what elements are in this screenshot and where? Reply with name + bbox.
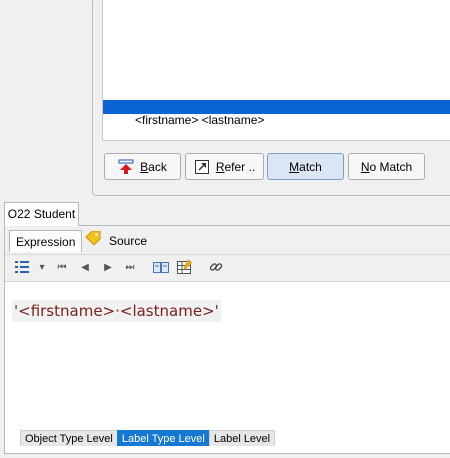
back-button-label: Back [140, 159, 167, 174]
expression-value: <firstname>·<lastname> [18, 302, 215, 320]
tab-expression[interactable]: Expression [9, 230, 83, 252]
last-icon[interactable]: ⏭ [124, 259, 136, 275]
external-link-icon [194, 159, 210, 175]
compare-icon[interactable] [153, 259, 169, 275]
tab-o22-student[interactable]: O22 Student [4, 202, 79, 226]
editor-toolbar: ▾ ⏮ ◀ ▶ ⏭ [5, 254, 450, 282]
list-icon[interactable] [15, 259, 29, 275]
candidate-list[interactable]: O1 <firstname> <lastname> O22 <firstname… [102, 0, 450, 142]
no-match-button[interactable]: No Match [348, 153, 425, 180]
tag-icon [85, 230, 101, 252]
refer-button-label: Refer .. [215, 159, 256, 174]
quote-close: ' [214, 302, 219, 320]
back-arrow-icon [118, 159, 134, 175]
no-match-button-label: No Match [360, 159, 413, 174]
list-item-selected[interactable]: O22 <firstname> <lastname> [103, 100, 450, 142]
dropdown-icon[interactable]: ▾ [37, 259, 47, 275]
next-icon[interactable]: ▶ [102, 259, 114, 275]
tab-source-label: Source [109, 234, 148, 248]
tab-label-level[interactable]: Label Level [208, 430, 276, 446]
list-item[interactable]: O1 <firstname> <lastname> [103, 85, 450, 127]
first-icon[interactable]: ⏮ [56, 259, 68, 275]
link-icon[interactable] [209, 259, 223, 275]
prev-icon[interactable]: ◀ [79, 259, 91, 275]
tab-object-type-level[interactable]: Object Type Level [20, 430, 118, 446]
tab-label-type-level[interactable]: Label Type Level [116, 430, 210, 446]
back-button[interactable]: Back [104, 153, 181, 180]
match-button[interactable]: Match [267, 153, 344, 180]
tab-source[interactable]: Source [79, 230, 153, 252]
list-item-value: <firstname> <lastname> [135, 113, 265, 127]
list-item-value: <firstname> <lastname> [135, 128, 265, 142]
list-item-id: O22 [105, 114, 128, 128]
level-tabs: Object Type Level Label Type Level Label… [20, 430, 276, 446]
edit-table-icon[interactable] [177, 259, 193, 275]
refer-button[interactable]: Refer .. [185, 153, 264, 180]
editor-sub-tabs: Expression Source [5, 226, 450, 254]
match-button-label: Match [289, 159, 322, 174]
expression-text[interactable]: '<firstname>·<lastname>' [12, 300, 221, 322]
